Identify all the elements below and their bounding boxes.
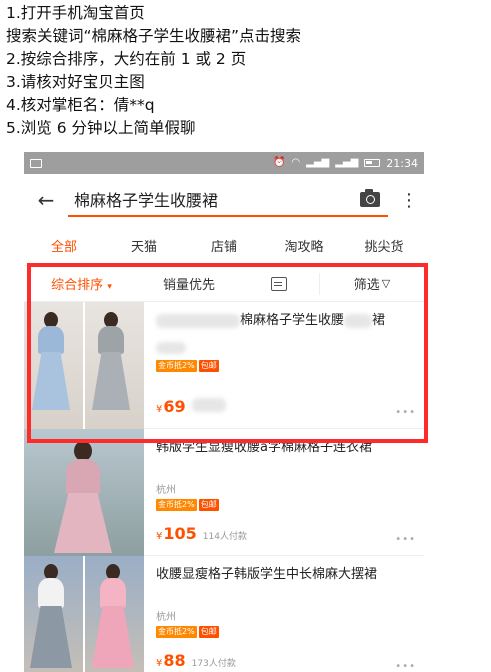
product-image[interactable] [24, 429, 144, 556]
product-title: 棉麻格子学生收腰裙 [156, 312, 416, 330]
caret-down-icon: ▾ [107, 282, 112, 292]
product-price: ¥105 [156, 524, 197, 543]
status-time: 21:34 [386, 156, 418, 170]
instruction-line-2: 搜索关键词“棉麻格子学生收腰裙”点击搜索 [6, 27, 302, 45]
instruction-line-1: 1.打开手机淘宝首页 [6, 4, 145, 22]
tab-shops[interactable]: 店铺 [184, 236, 264, 255]
instruction-line-6: 5.浏览 6 分钟以上简单假聊 [6, 119, 196, 137]
product-title: 收腰显瘦格子韩版学生中长棉麻大摆裙 [156, 567, 378, 582]
instruction-line-4: 3.请核对好宝贝主图 [6, 73, 145, 91]
product-title: 韩版学生显瘦收腰a字棉麻格子连衣裙 [156, 440, 372, 455]
more-vertical-icon[interactable]: ⋮ [400, 190, 418, 211]
signal-icon: ▂▄▆ [306, 157, 330, 168]
list-item[interactable]: 韩版学生显瘦收腰a字棉麻格子连衣裙 杭州 金币抵2% 包邮 ¥105 114人付… [24, 429, 424, 556]
product-image[interactable] [24, 302, 144, 429]
back-arrow-icon[interactable]: ← [36, 188, 56, 212]
sort-default-button[interactable]: 综合排序 ▾ [24, 274, 139, 293]
wifi-icon: ◠ [291, 157, 301, 168]
coin-badge: 金币抵2% [156, 499, 197, 511]
free-shipping-badge: 包邮 [198, 360, 219, 372]
product-price: ¥69 [156, 397, 186, 416]
paid-count: 173人付款 [191, 659, 236, 669]
category-tabs: 全部 天猫 店铺 淘攻略 挑尖货 [24, 226, 424, 266]
status-bar: ⏰ ◠ ▂▄▆ ▂▄▆ 21:34 [24, 152, 424, 174]
tab-all[interactable]: 全部 [24, 236, 104, 255]
free-shipping-badge: 包邮 [198, 626, 219, 638]
more-options-icon[interactable]: ••• [395, 661, 416, 672]
coin-badge: 金币抵2% [156, 626, 197, 638]
sort-sales-button[interactable]: 销量优先 [139, 274, 239, 293]
sort-bar: 综合排序 ▾ 销量优先 筛选 ▽ [24, 266, 424, 302]
filter-label: 筛选 [353, 278, 380, 293]
instructions-block: 1.打开手机淘宝首页 搜索关键词“棉麻格子学生收腰裙”点击搜索 2.按综合排序，… [6, 2, 486, 140]
paid-count: 114人付款 [202, 532, 247, 542]
image-notification-icon [30, 158, 42, 168]
product-location: 杭州 [156, 612, 176, 623]
search-query: 棉麻格子学生收腰裙 [74, 191, 219, 210]
blurred-sales [191, 398, 226, 412]
search-bar: ← 棉麻格子学生收腰裙 ⋮ [24, 174, 424, 226]
alarm-icon: ⏰ [272, 157, 286, 168]
signal-icon-2: ▂▄▆ [335, 157, 359, 168]
tab-guides[interactable]: 淘攻略 [264, 236, 344, 255]
more-options-icon[interactable]: ••• [395, 407, 416, 418]
product-image[interactable] [24, 556, 144, 672]
filter-icon: ▽ [381, 277, 391, 290]
list-item[interactable]: 收腰显瘦格子韩版学生中长棉麻大摆裙 杭州 金币抵2% 包邮 ¥88 173人付款… [24, 556, 424, 672]
instruction-line-5: 4.核对掌柜名：倩**q [6, 96, 155, 114]
product-price: ¥88 [156, 651, 186, 670]
search-input[interactable]: 棉麻格子学生收腰裙 [68, 183, 388, 217]
coin-badge: 金币抵2% [156, 360, 197, 372]
free-shipping-badge: 包邮 [198, 499, 219, 511]
more-options-icon[interactable]: ••• [395, 534, 416, 545]
sort-default-label: 综合排序 [51, 278, 104, 293]
list-item[interactable]: 棉麻格子学生收腰裙 金币抵2% 包邮 ¥69 ••• [24, 302, 424, 429]
camera-icon[interactable] [360, 188, 380, 207]
tab-premium[interactable]: 挑尖货 [344, 236, 424, 255]
list-view-icon [271, 276, 287, 291]
view-toggle-button[interactable] [239, 276, 319, 291]
tab-tmall[interactable]: 天猫 [104, 236, 184, 255]
battery-icon [364, 159, 381, 167]
filter-button[interactable]: 筛选 ▽ [319, 272, 424, 295]
product-location [156, 342, 416, 356]
product-location: 杭州 [156, 485, 176, 496]
phone-screenshot: ⏰ ◠ ▂▄▆ ▂▄▆ 21:34 ← 棉麻格子学生收腰裙 ⋮ 全部 天猫 店铺… [24, 152, 424, 672]
instruction-line-3: 2.按综合排序，大约在前 1 或 2 页 [6, 50, 247, 68]
